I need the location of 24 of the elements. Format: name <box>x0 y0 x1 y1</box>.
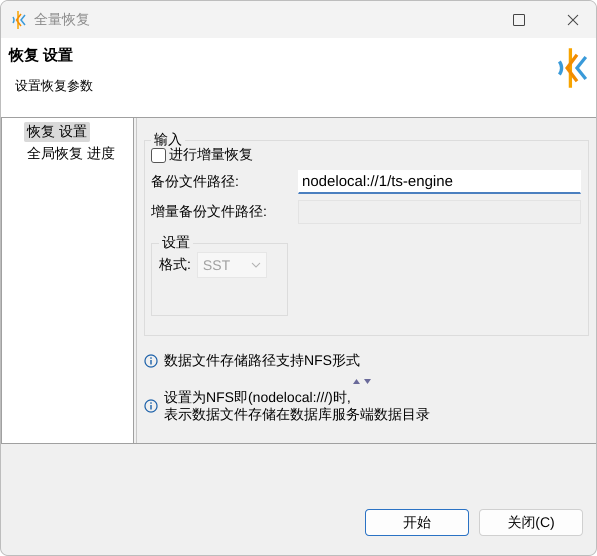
logo-icon <box>11 10 26 30</box>
window-title: 全量恢复 <box>34 10 91 28</box>
tree-item[interactable]: 恢复 设置 <box>24 122 90 142</box>
path-field[interactable]: nodelocal://1/ts-engine <box>298 170 581 194</box>
logo-icon <box>555 46 588 90</box>
scroll-arrows-icon[interactable] <box>352 379 370 384</box>
info-note: 数据文件存储路径支持NFS形式 <box>164 352 360 369</box>
page-title: 恢复 设置 <box>9 46 74 65</box>
close-icon <box>567 14 579 26</box>
info-note: 设置为NFS即(nodelocal:///)时, 表示数据文件存储在数据库服务端数据目录 <box>164 389 430 423</box>
field-label: 增量备份文件路径: <box>151 203 268 221</box>
field-label: 格式: <box>159 256 191 274</box>
info-icon <box>144 399 158 413</box>
info-icon <box>144 354 158 368</box>
group-title: 输入 <box>153 131 183 148</box>
page-subtitle: 设置恢复参数 <box>15 77 93 95</box>
chevron-down-icon <box>250 262 261 268</box>
start-button[interactable]: 开始 <box>365 509 469 536</box>
group-title: 设置 <box>161 234 191 252</box>
maximize-icon <box>513 14 525 26</box>
close-dialog-button[interactable]: 关闭(C) <box>479 509 583 536</box>
tree-item[interactable]: 全局恢复 进度 <box>24 144 118 164</box>
field-label: 备份文件路径: <box>151 173 240 191</box>
incremental-checkbox[interactable]: 进行增量恢复 <box>151 146 581 164</box>
